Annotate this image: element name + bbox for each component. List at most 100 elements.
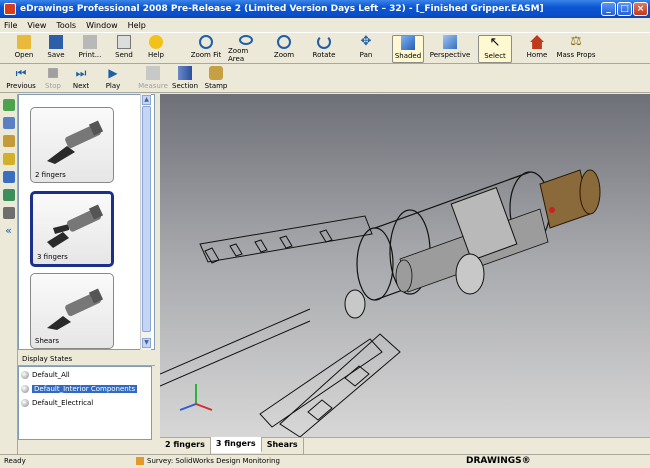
config-thumbnail-shears[interactable]: Shears: [30, 273, 114, 349]
display-state-icon: [21, 371, 29, 379]
display-states-icon[interactable]: [2, 135, 15, 147]
save-icon: [49, 35, 63, 49]
display-states-header: Display States: [18, 352, 155, 366]
select-button[interactable]: ↖ Select: [478, 35, 512, 63]
perspective-icon: [443, 35, 457, 49]
config-label: 3 fingers: [37, 253, 68, 261]
pan-button[interactable]: ✥ Pan: [352, 35, 380, 63]
menu-file[interactable]: File: [4, 21, 17, 30]
menu-window[interactable]: Window: [86, 21, 118, 30]
gripper-thumbnail-icon: [47, 204, 104, 248]
animation-toolbar: ⏮ Previous Stop ⏭ Next ▶ Play Measure Secti…: [0, 64, 650, 93]
left-sidebar-toolbar: «: [0, 94, 18, 454]
shaded-button[interactable]: Shaded: [392, 35, 424, 63]
previous-icon: ⏮: [15, 66, 27, 80]
previous-button[interactable]: ⏮ Previous: [6, 66, 36, 94]
display-state-item[interactable]: Default_Electrical: [21, 397, 151, 409]
zoom-icon: [277, 35, 291, 49]
properties-icon[interactable]: [2, 207, 15, 219]
next-button[interactable]: ⏭ Next: [70, 66, 92, 94]
display-state-icon: [21, 385, 29, 393]
zoom-area-button[interactable]: Zoom Area: [228, 35, 264, 63]
gripper-model-render: [159, 169, 601, 438]
configurations-scrollbar[interactable]: ▲ ▼: [140, 94, 151, 350]
sheet-icon[interactable]: [2, 171, 15, 183]
print-icon: [83, 35, 97, 49]
zoom-button[interactable]: Zoom: [272, 35, 296, 63]
config-label: 2 fingers: [35, 171, 66, 179]
menu-tools[interactable]: Tools: [56, 21, 76, 30]
mass-props-button[interactable]: ⚖ Mass Props: [556, 35, 596, 63]
scrollbar-thumb[interactable]: [142, 106, 151, 332]
stop-button[interactable]: Stop: [42, 66, 64, 94]
title-bar: eDrawings Professional 2008 Pre-Release …: [0, 0, 650, 18]
zoom-area-icon: [239, 35, 253, 45]
close-button[interactable]: ×: [633, 2, 648, 16]
menu-view[interactable]: View: [27, 21, 46, 30]
config-label: Shears: [35, 337, 60, 345]
print-button[interactable]: Print...: [76, 35, 104, 63]
mass-props-icon: ⚖: [570, 34, 582, 49]
home-icon: [530, 35, 544, 49]
edrawings-brand-logo: DRAWINGS®: [466, 456, 531, 466]
edrawings-window: eDrawings Professional 2008 Pre-Release …: [0, 0, 650, 468]
survey-icon: [136, 457, 144, 465]
status-bar: Ready Survey: SolidWorks Design Monitori…: [0, 454, 650, 468]
display-state-icon: [21, 399, 29, 407]
measure-icon: [146, 66, 160, 80]
rotate-button[interactable]: Rotate: [310, 35, 338, 63]
measure-button[interactable]: Measure: [138, 66, 168, 94]
minimize-button[interactable]: _: [601, 2, 616, 16]
menu-help[interactable]: Help: [128, 21, 146, 30]
stamp-icon: [209, 66, 223, 80]
display-states-list: Default_All Default_Interior Components …: [18, 366, 152, 440]
save-button[interactable]: Save: [44, 35, 68, 63]
select-icon: ↖: [489, 35, 501, 50]
play-icon: ▶: [108, 66, 118, 80]
gripper-thumbnail-icon: [47, 120, 104, 164]
configuration-tabs: 2 fingers 3 fingers Shears: [160, 437, 650, 454]
tab-2-fingers[interactable]: 2 fingers: [160, 438, 211, 454]
maximize-button[interactable]: □: [617, 2, 632, 16]
tab-shears[interactable]: Shears: [262, 438, 304, 454]
home-button[interactable]: Home: [524, 35, 550, 63]
help-button[interactable]: Help: [144, 35, 168, 63]
zoom-fit-icon: [199, 35, 213, 49]
play-button[interactable]: ▶ Play: [102, 66, 124, 94]
app-icon: [4, 3, 16, 15]
stamp-button[interactable]: Stamp: [204, 66, 228, 94]
collapse-icon[interactable]: «: [3, 225, 15, 237]
survey-link[interactable]: Survey: SolidWorks Design Monitoring: [136, 457, 280, 465]
status-text: Ready: [4, 457, 26, 465]
send-icon: [117, 35, 131, 49]
gripper-thumbnail-icon: [47, 288, 104, 330]
main-toolbar: Open Save Print... Send Help Zoom Fit Zo…: [0, 32, 650, 64]
axis-triad: [179, 384, 213, 411]
folder-icon: [17, 35, 31, 49]
open-button[interactable]: Open: [12, 35, 36, 63]
menu-bar: File View Tools Window Help: [0, 18, 650, 32]
stop-icon: [48, 68, 58, 78]
section-button[interactable]: Section: [172, 66, 198, 94]
perspective-button[interactable]: Perspective: [430, 35, 470, 63]
scroll-up-icon[interactable]: ▲: [142, 95, 151, 105]
next-icon: ⏭: [75, 66, 87, 80]
components-icon[interactable]: [2, 99, 15, 111]
pan-icon: ✥: [360, 34, 372, 49]
scroll-down-icon[interactable]: ▼: [142, 338, 151, 348]
display-state-item[interactable]: Default_Interior Components: [21, 383, 151, 395]
markup-icon[interactable]: [2, 153, 15, 165]
layers-icon[interactable]: [2, 189, 15, 201]
zoom-fit-button[interactable]: Zoom Fit: [190, 35, 222, 63]
config-thumbnail-2-fingers[interactable]: 2 fingers: [30, 107, 114, 183]
configurations-icon[interactable]: [2, 117, 15, 129]
model-viewport[interactable]: [159, 94, 650, 438]
help-icon: [149, 35, 163, 49]
configurations-panel: 2 fingers 3 fingers Shears: [18, 94, 155, 350]
shaded-icon: [401, 36, 415, 50]
send-button[interactable]: Send: [112, 35, 136, 63]
config-thumbnail-3-fingers[interactable]: 3 fingers: [30, 191, 114, 267]
display-state-item[interactable]: Default_All: [21, 369, 151, 381]
tab-3-fingers[interactable]: 3 fingers: [210, 437, 262, 453]
window-title: eDrawings Professional 2008 Pre-Release …: [20, 4, 544, 14]
